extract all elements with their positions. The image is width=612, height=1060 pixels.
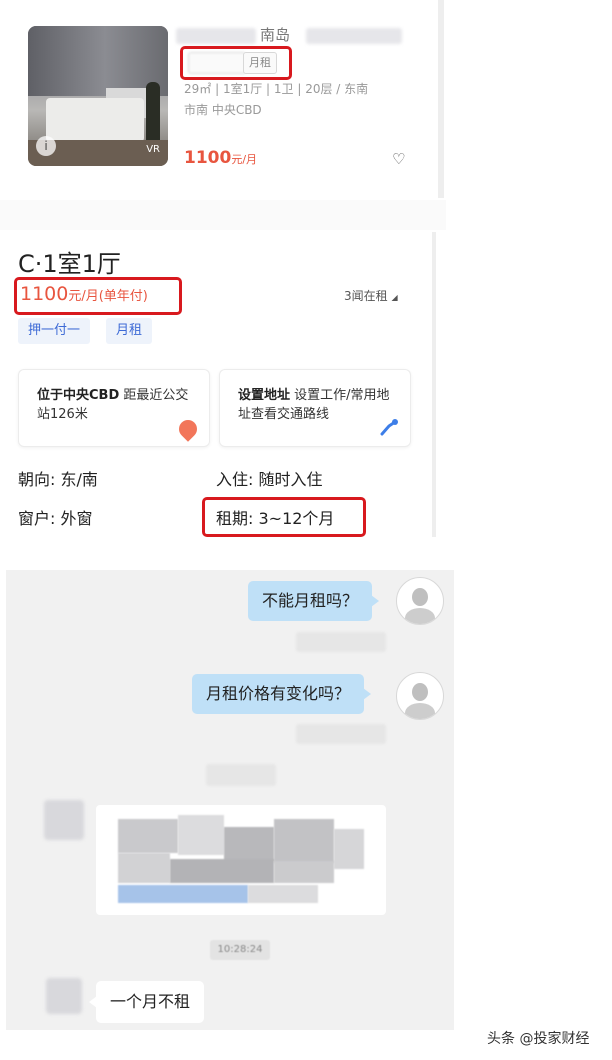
- fact-move-in: 入住: 随时入住: [216, 470, 323, 489]
- highlight-price: [14, 277, 182, 315]
- blurred-timestamp: [206, 764, 276, 786]
- watching-count[interactable]: 3闻在租 ◢: [344, 287, 398, 304]
- fact-window: 窗户: 外窗: [18, 509, 93, 528]
- agent-avatar[interactable]: [46, 978, 82, 1014]
- triangle-icon: ◢: [391, 293, 398, 302]
- card-edge: [438, 0, 444, 198]
- chat-reply: 一个月不租: [88, 981, 205, 1023]
- blurred-message: [96, 805, 386, 915]
- detail-edge: [432, 232, 436, 537]
- listing-specs: 29㎡ | 1室1厅 | 1卫 | 20层 / 东南: [184, 82, 369, 96]
- chat-message-1: 不能月租吗？: [248, 581, 380, 621]
- blurred-title-right: [306, 28, 402, 44]
- blurred-title-left: [176, 28, 256, 44]
- favorite-heart-icon[interactable]: ♡: [392, 150, 405, 168]
- highlight-rent-type: [180, 46, 292, 80]
- watermark: 头条 @投家财经: [487, 1031, 590, 1047]
- listing-area: 市南 中央CBD: [184, 103, 262, 117]
- route-icon: [380, 419, 398, 436]
- agent-avatar[interactable]: [44, 800, 84, 840]
- user-avatar[interactable]: [396, 577, 444, 625]
- blurred-status: [296, 632, 386, 652]
- address-box[interactable]: 设置地址 设置工作/常用地址查看交通路线: [219, 369, 411, 447]
- section-divider: [0, 200, 446, 230]
- room-title: C·1室1厅: [18, 250, 121, 278]
- photo-badge-icon: i: [36, 136, 56, 156]
- message-timestamp: 10:28:24: [210, 940, 270, 960]
- location-box[interactable]: 位于中央CBD 距最近公交站126米: [18, 369, 210, 447]
- listing-photo[interactable]: i VR: [28, 26, 168, 166]
- user-avatar[interactable]: [396, 672, 444, 720]
- tag-monthly: 月租: [106, 318, 153, 344]
- listing-title-fragment: 南岛: [260, 26, 291, 44]
- highlight-lease: [202, 497, 366, 537]
- listing-price-unit: 元/月: [231, 153, 258, 166]
- vr-badge: VR: [146, 144, 160, 155]
- listing-price: 1100元/月: [184, 148, 258, 168]
- tag-deposit: 押一付一: [18, 318, 91, 344]
- chat-message-2: 月租价格有变化吗？: [192, 674, 372, 714]
- blurred-status: [296, 724, 386, 744]
- fact-orientation: 朝向: 东/南: [18, 470, 98, 489]
